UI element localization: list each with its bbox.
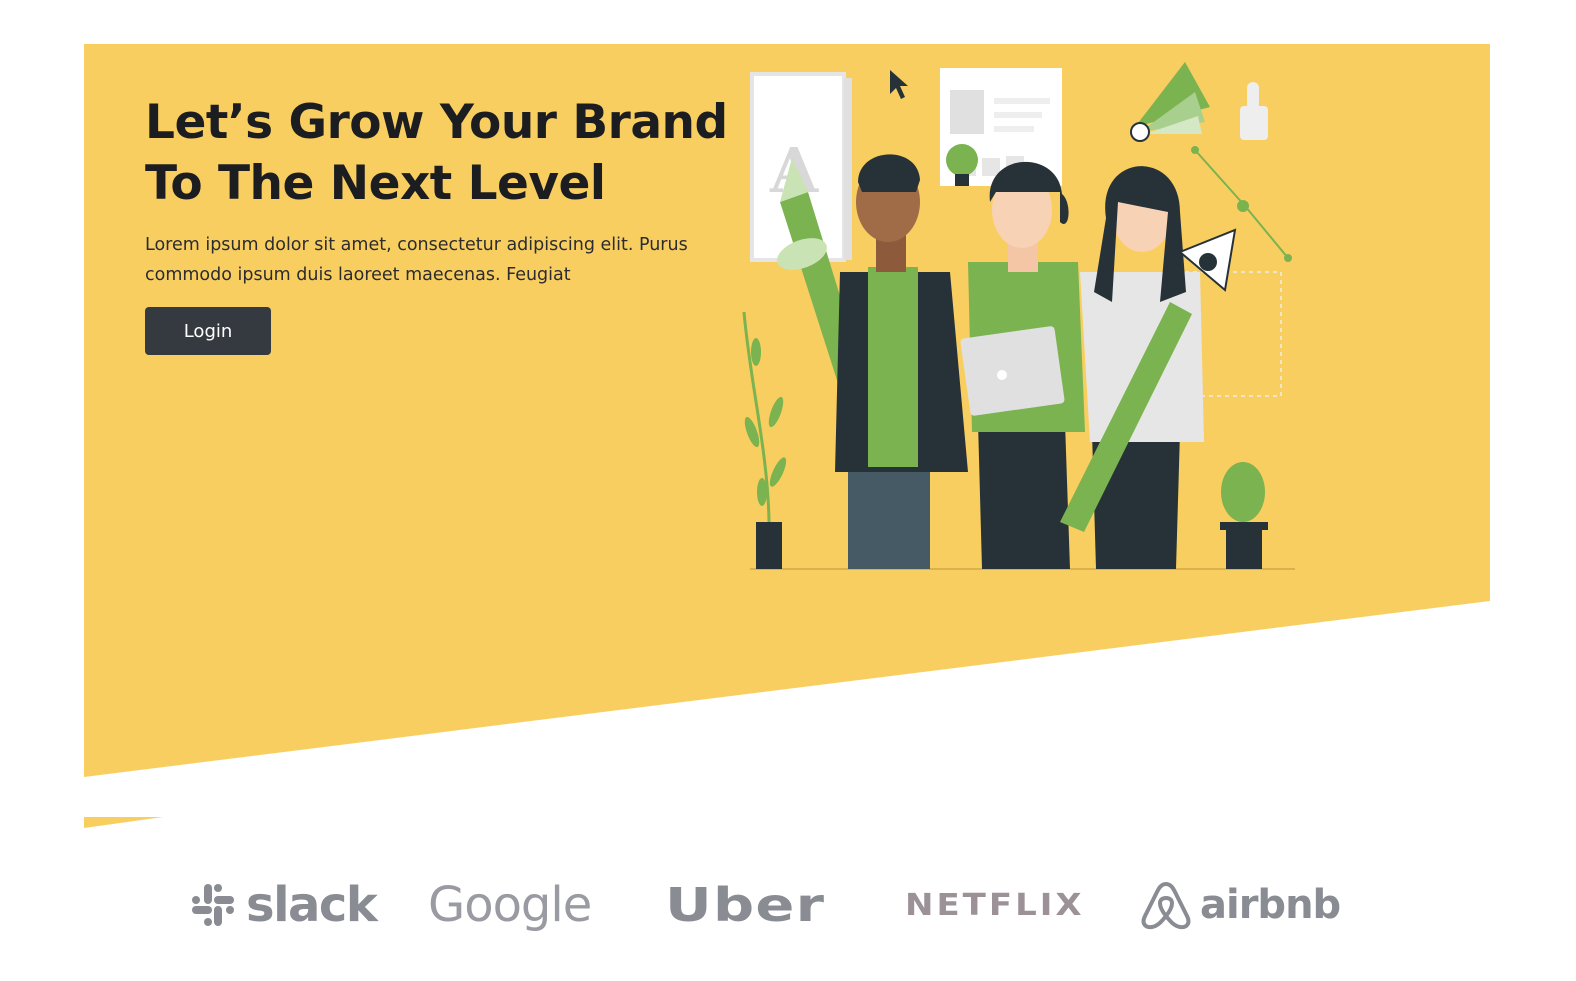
airbnb-wordmark: airbnb <box>1200 882 1341 928</box>
slack-wordmark: slack <box>246 877 378 933</box>
team-creative-illustration: A <box>742 62 1295 570</box>
potted-plant-left <box>742 311 787 569</box>
netflix-logo: NETFLIX <box>905 860 1085 950</box>
uber-wordmark: Uber <box>665 878 826 932</box>
login-button[interactable]: Login <box>145 307 271 355</box>
brand-logos-row: slack Google Uber NETFLIX airbnb <box>0 860 1576 950</box>
woman-right-figure <box>1060 166 1237 569</box>
google-wordmark: Google <box>428 877 592 933</box>
potted-cactus <box>1220 462 1268 569</box>
hero-headline: Let’s Grow Your Brand To The Next Level <box>145 92 735 214</box>
woman-middle-figure <box>960 161 1085 569</box>
cursor-icon <box>890 70 908 99</box>
airbnb-logo: airbnb <box>1140 860 1341 950</box>
google-logo: Google <box>428 860 592 950</box>
landing-page: Let’s Grow Your Brand To The Next Level … <box>0 0 1576 981</box>
color-swatch-icon <box>1130 62 1210 142</box>
hero-headline-line2: To The Next Level <box>145 156 606 211</box>
man-figure <box>835 154 968 569</box>
hero-description: Lorem ipsum dolor sit amet, consectetur … <box>145 235 688 285</box>
airbnb-belo-icon <box>1141 881 1191 930</box>
hero-accent-sliver <box>84 817 163 828</box>
thumbs-up-icon <box>1240 82 1268 140</box>
hero-content: Let’s Grow Your Brand To The Next Level … <box>145 92 735 290</box>
hero-headline-line1: Let’s Grow Your Brand <box>145 95 728 150</box>
slack-hash-icon <box>192 884 234 926</box>
slack-logo: slack <box>190 860 378 950</box>
uber-logo: Uber <box>665 860 824 950</box>
netflix-wordmark: NETFLIX <box>905 887 1085 923</box>
